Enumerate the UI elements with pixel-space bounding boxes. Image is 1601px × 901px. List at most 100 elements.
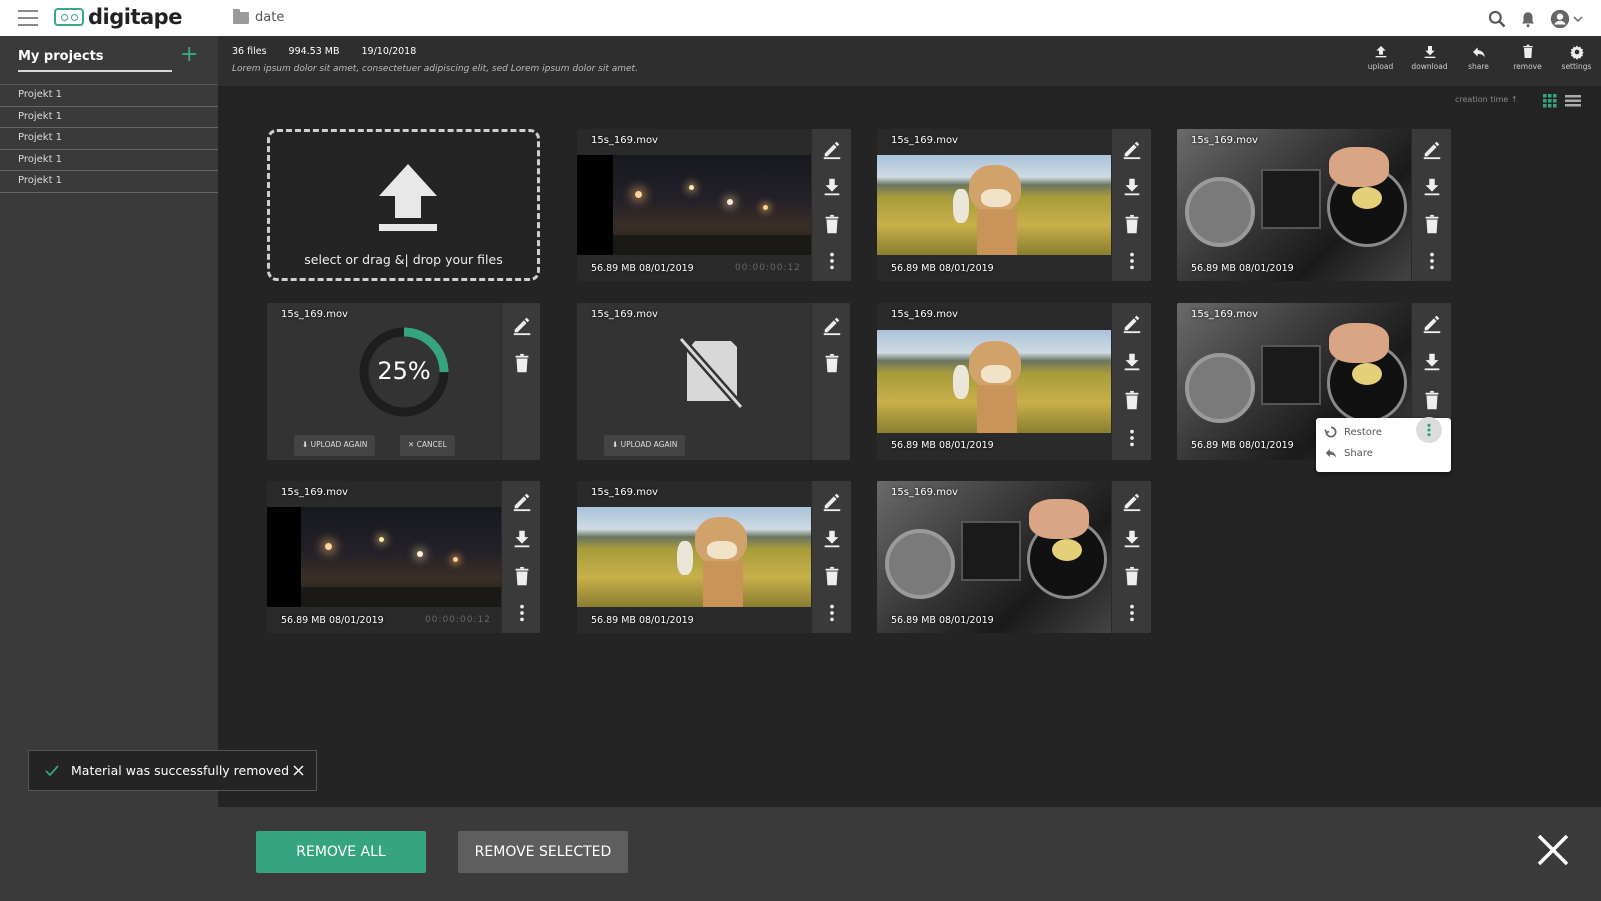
file-card[interactable]: 15s_169.mov 56.89 MB 08/01/2019 00:00:00… bbox=[267, 481, 540, 633]
download-icon[interactable] bbox=[1121, 176, 1143, 198]
menu-icon[interactable] bbox=[18, 10, 38, 26]
folder-icon bbox=[233, 8, 249, 24]
video-thumbnail[interactable] bbox=[877, 129, 1111, 281]
close-icon[interactable] bbox=[293, 765, 304, 776]
failed-file-card[interactable]: 15s_169.mov ⬇ UPLOAD AGAIN bbox=[577, 303, 850, 460]
file-name: 15s_169.mov bbox=[1191, 135, 1258, 146]
share-button[interactable]: share bbox=[1454, 44, 1503, 71]
video-thumbnail[interactable] bbox=[877, 481, 1111, 633]
sidebar-item-project[interactable]: Projekt 1 bbox=[0, 107, 218, 128]
chevron-down-icon[interactable] bbox=[1573, 14, 1583, 24]
share-icon bbox=[1325, 448, 1337, 458]
edit-pencil-icon[interactable] bbox=[821, 490, 843, 512]
remove-label: remove bbox=[1513, 62, 1542, 71]
breadcrumb[interactable]: date bbox=[233, 8, 284, 25]
sort-control[interactable]: creation time ↑ bbox=[1455, 95, 1518, 104]
upload-again-button[interactable]: ⬇ UPLOAD AGAIN bbox=[604, 435, 686, 456]
account-icon[interactable] bbox=[1549, 8, 1571, 30]
close-icon[interactable] bbox=[1536, 833, 1570, 867]
video-thumbnail[interactable] bbox=[577, 481, 811, 633]
file-card[interactable]: 15s_169.mov 56.89 MB 08/01/2019 bbox=[577, 481, 851, 633]
edit-pencil-icon[interactable] bbox=[1421, 138, 1443, 160]
trash-icon[interactable] bbox=[1121, 566, 1143, 588]
search-icon[interactable] bbox=[1487, 9, 1507, 29]
file-name: 15s_169.mov bbox=[891, 487, 958, 498]
video-thumbnail[interactable] bbox=[1177, 129, 1411, 281]
context-menu: Restore Share bbox=[1316, 417, 1451, 472]
trash-icon[interactable] bbox=[511, 566, 533, 588]
top-bar: digitape date bbox=[0, 0, 1601, 36]
file-card[interactable]: 15s_169.mov 56.89 MB 08/01/2019 bbox=[877, 481, 1151, 633]
add-project-plus-icon[interactable]: + bbox=[180, 44, 198, 66]
more-vertical-icon[interactable] bbox=[821, 602, 843, 624]
file-name: 15s_169.mov bbox=[281, 487, 348, 498]
edit-pencil-icon[interactable] bbox=[1121, 490, 1143, 512]
file-card[interactable]: 15s_169.mov 56.89 MB 08/01/2019 bbox=[1177, 129, 1451, 281]
file-card[interactable]: 15s_169.mov 56.89 MB 08/01/2019 bbox=[877, 303, 1151, 460]
remove-all-button[interactable]: REMOVE ALL bbox=[256, 831, 426, 873]
trash-icon[interactable] bbox=[1421, 214, 1443, 236]
restore-menu-item[interactable]: Restore bbox=[1344, 427, 1382, 438]
edit-pencil-icon[interactable] bbox=[821, 138, 843, 160]
edit-pencil-icon[interactable] bbox=[1421, 312, 1443, 334]
logo[interactable]: digitape bbox=[54, 5, 182, 29]
file-meta: 56.89 MB 08/01/2019 bbox=[591, 615, 694, 626]
remove-selected-button[interactable]: REMOVE SELECTED bbox=[458, 831, 628, 873]
sidebar-item-project[interactable]: Projekt 1 bbox=[0, 171, 218, 193]
sidebar-item-project[interactable]: Projekt 1 bbox=[0, 150, 218, 171]
more-vertical-icon[interactable] bbox=[1121, 602, 1143, 624]
download-icon[interactable] bbox=[1421, 351, 1443, 373]
download-icon[interactable] bbox=[821, 528, 843, 550]
upload-dropzone[interactable]: select or drag &| drop your files bbox=[267, 129, 540, 281]
download-icon[interactable] bbox=[1421, 176, 1443, 198]
file-card[interactable]: 15s_169.mov 56.89 MB 08/01/2019 00:00:00… bbox=[577, 129, 851, 281]
more-vertical-icon[interactable] bbox=[1121, 427, 1143, 449]
more-vertical-active-icon[interactable] bbox=[1416, 417, 1442, 443]
more-vertical-icon[interactable] bbox=[1421, 250, 1443, 272]
trash-icon[interactable] bbox=[821, 353, 843, 375]
upload-again-button[interactable]: ⬇ UPLOAD AGAIN bbox=[294, 435, 376, 456]
video-thumbnail[interactable] bbox=[577, 129, 811, 281]
gear-icon bbox=[1569, 44, 1585, 60]
cancel-button[interactable]: ✕ CANCEL bbox=[400, 435, 455, 456]
upload-button[interactable]: upload bbox=[1356, 44, 1405, 71]
file-card[interactable]: 15s_169.mov 56.89 MB 08/01/2019 bbox=[877, 129, 1151, 281]
download-icon[interactable] bbox=[821, 176, 843, 198]
total-size: 994.53 MB bbox=[288, 46, 340, 57]
uploading-file-card[interactable]: 25% 15s_169.mov ⬇ UPLOAD AGAIN ✕ CANCEL bbox=[267, 303, 540, 460]
trash-icon[interactable] bbox=[821, 566, 843, 588]
more-vertical-icon[interactable] bbox=[511, 602, 533, 624]
download-icon[interactable] bbox=[1121, 528, 1143, 550]
sidebar-item-project[interactable]: Projekt 1 bbox=[0, 85, 218, 107]
edit-pencil-icon[interactable] bbox=[511, 314, 533, 336]
list-view-icon[interactable] bbox=[1565, 95, 1581, 107]
video-thumbnail[interactable] bbox=[267, 481, 501, 633]
edit-pencil-icon[interactable] bbox=[821, 314, 843, 336]
card-action-rail bbox=[811, 129, 851, 281]
remove-button[interactable]: remove bbox=[1503, 44, 1552, 71]
download-button[interactable]: download bbox=[1405, 44, 1454, 71]
trash-icon[interactable] bbox=[511, 353, 533, 375]
more-vertical-icon[interactable] bbox=[821, 250, 843, 272]
edit-pencil-icon[interactable] bbox=[1121, 312, 1143, 334]
settings-button[interactable]: settings bbox=[1552, 44, 1601, 71]
trash-icon[interactable] bbox=[821, 214, 843, 236]
file-name: 15s_169.mov bbox=[1191, 309, 1258, 320]
selection-footer: REMOVE ALL REMOVE SELECTED bbox=[218, 807, 1601, 901]
more-vertical-icon[interactable] bbox=[1121, 250, 1143, 272]
grid-view-icon[interactable] bbox=[1543, 94, 1557, 108]
file-name: 15s_169.mov bbox=[591, 487, 658, 498]
edit-pencil-icon[interactable] bbox=[511, 490, 533, 512]
video-thumbnail[interactable] bbox=[877, 303, 1111, 460]
download-icon[interactable] bbox=[1121, 351, 1143, 373]
trash-icon[interactable] bbox=[1121, 390, 1143, 412]
sidebar-item-project[interactable]: Projekt 1 bbox=[0, 128, 218, 150]
edit-pencil-icon[interactable] bbox=[1121, 138, 1143, 160]
file-meta: 56.89 MB 08/01/2019 bbox=[281, 615, 384, 626]
share-menu-item[interactable]: Share bbox=[1344, 448, 1373, 459]
trash-icon[interactable] bbox=[1421, 390, 1443, 412]
upload-again-label: UPLOAD AGAIN bbox=[620, 440, 678, 449]
bell-icon[interactable] bbox=[1519, 9, 1537, 29]
download-icon[interactable] bbox=[511, 528, 533, 550]
trash-icon[interactable] bbox=[1121, 214, 1143, 236]
